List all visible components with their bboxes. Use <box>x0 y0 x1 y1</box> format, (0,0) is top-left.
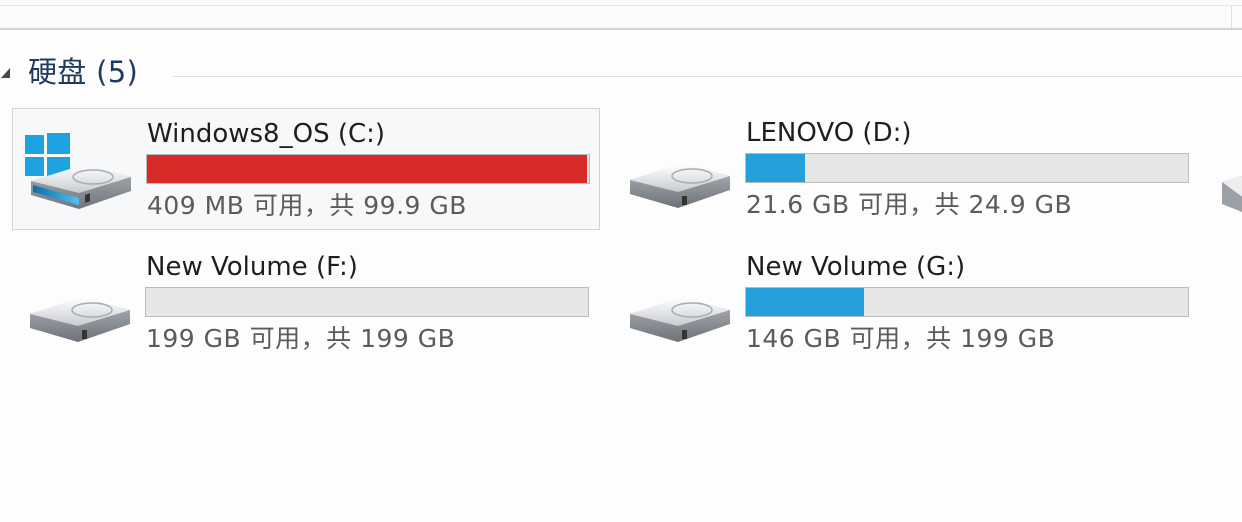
drive-item-c[interactable]: Windows8_OS (C:) 409 MB 可用，共 99.9 GB <box>12 108 600 230</box>
usage-bar <box>146 154 590 184</box>
drive-name: Windows8_OS (C:) <box>147 119 386 149</box>
drive-free-space: 146 GB 可用，共 199 GB <box>746 324 1056 353</box>
top-bar-edge <box>1231 6 1232 28</box>
top-divider <box>0 5 1242 6</box>
drive-item-f[interactable]: New Volume (F:) 199 GB 可用，共 199 GB <box>12 242 600 364</box>
collapse-triangle-icon[interactable] <box>0 67 12 79</box>
drive-item-g[interactable]: New Volume (G:) 146 GB 可用，共 199 GB <box>612 242 1200 364</box>
drive-free-space: 409 MB 可用，共 99.9 GB <box>147 191 467 220</box>
usage-bar <box>145 287 589 317</box>
hard-drive-icon <box>1222 176 1242 212</box>
drive-item-partial[interactable] <box>1222 160 1242 220</box>
drive-free-space: 21.6 GB 可用，共 24.9 GB <box>746 190 1073 219</box>
drive-name: New Volume (G:) <box>746 252 966 282</box>
drive-name: LENOVO (D:) <box>746 118 912 148</box>
address-bar-area <box>0 0 1242 30</box>
drive-name: New Volume (F:) <box>146 252 358 282</box>
drive-item-d[interactable]: LENOVO (D:) 21.6 GB 可用，共 24.9 GB <box>612 108 1200 230</box>
group-title: 硬盘 (5) <box>28 55 139 89</box>
usage-bar-fill <box>147 155 588 183</box>
usage-bar-fill <box>746 288 864 316</box>
hard-drive-icon <box>30 298 130 342</box>
hard-drive-icon <box>630 298 730 342</box>
hard-drive-icon <box>630 164 730 208</box>
usage-bar <box>745 153 1189 183</box>
usage-bar <box>745 287 1189 317</box>
group-header-hard-drives[interactable]: 硬盘 (5) <box>0 50 1242 96</box>
group-divider <box>172 76 1242 77</box>
usage-bar-fill <box>746 154 805 182</box>
windows-drive-icon <box>25 133 131 209</box>
drive-free-space: 199 GB 可用，共 199 GB <box>146 324 456 353</box>
